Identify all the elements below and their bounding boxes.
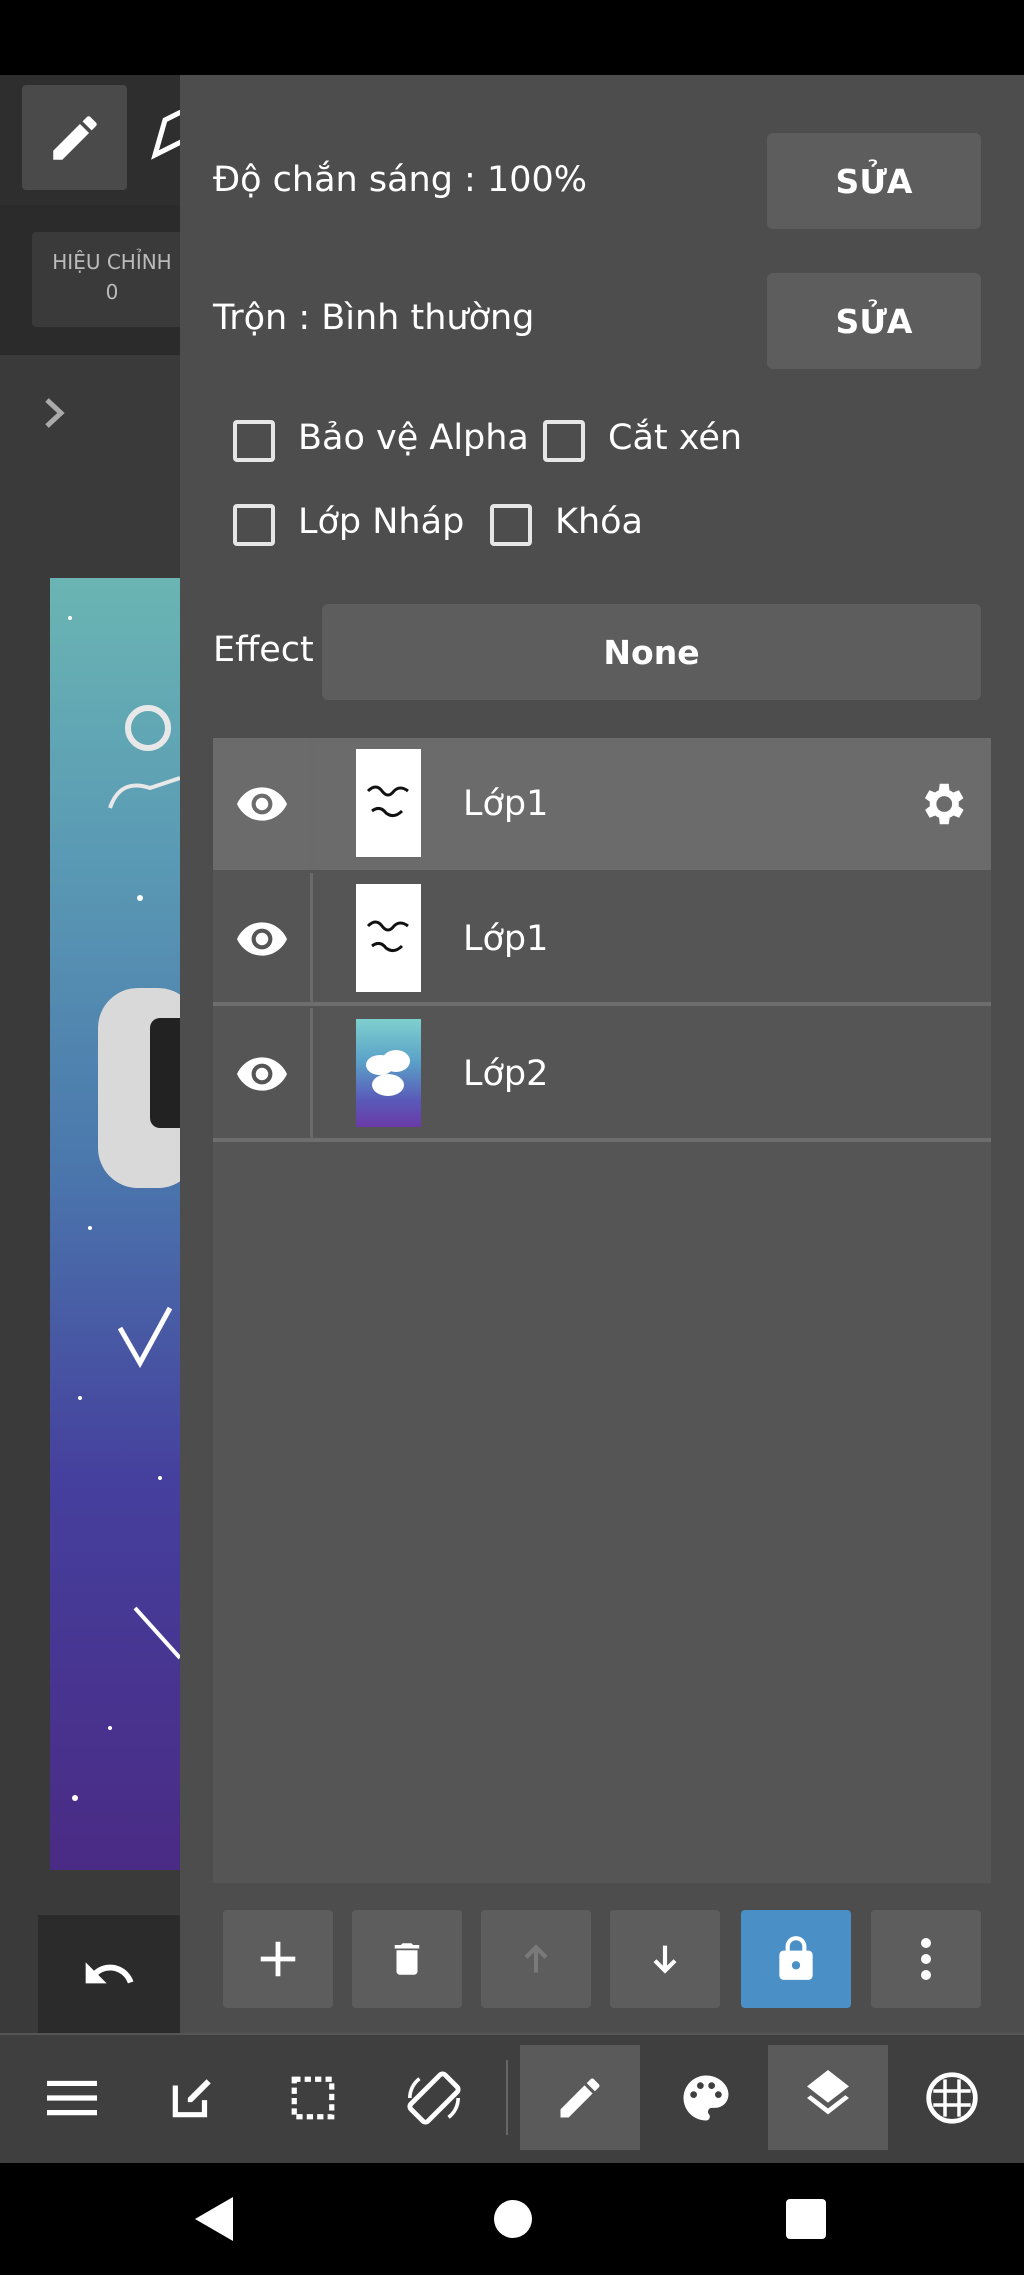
effect-dropdown[interactable]: None xyxy=(322,604,981,700)
blend-mode-label: Trộn : Bình thường xyxy=(213,298,535,338)
more-options-button[interactable] xyxy=(871,1910,981,2008)
layer-thumbnail xyxy=(356,749,421,857)
canvas-artwork xyxy=(68,616,180,1801)
draft-layer-checkbox[interactable] xyxy=(233,504,275,546)
screen-rotation-icon xyxy=(407,2070,461,2125)
edit-square-icon xyxy=(172,2078,211,2117)
alpha-protect-label: Bảo vệ Alpha xyxy=(298,418,529,458)
adjust-button[interactable]: HIỆU CHỈNH 0 xyxy=(32,232,192,327)
clipping-label: Cắt xén xyxy=(608,418,743,458)
home-icon[interactable] xyxy=(492,2198,534,2240)
canvas-preview[interactable] xyxy=(50,578,180,1870)
recents-icon[interactable] xyxy=(785,2198,827,2240)
plus-icon xyxy=(260,1941,296,1977)
trash-icon xyxy=(394,1943,420,1975)
eye-icon xyxy=(236,922,287,956)
layer-list: Lớp1 Lớp1 Lớp2 xyxy=(213,738,991,1883)
toolbar-divider xyxy=(506,2060,508,2135)
move-down-button[interactable] xyxy=(610,1910,720,2008)
lock-checkbox[interactable] xyxy=(490,504,532,546)
eye-icon xyxy=(236,787,287,821)
gear-icon[interactable] xyxy=(915,777,969,831)
alpha-protect-checkbox[interactable] xyxy=(233,420,275,462)
selection-button[interactable] xyxy=(253,2045,373,2150)
layer-row[interactable]: Lớp1 xyxy=(213,738,991,870)
clipping-checkbox[interactable] xyxy=(543,420,585,462)
divider xyxy=(213,1002,991,1006)
add-layer-button[interactable] xyxy=(223,1910,333,2008)
pen-button[interactable] xyxy=(520,2045,640,2150)
chevron-right-icon[interactable] xyxy=(35,388,75,438)
selection-icon xyxy=(291,2076,335,2119)
layer-name: Lớp1 xyxy=(463,919,549,959)
status-bar xyxy=(0,0,1024,75)
eraser-icon[interactable] xyxy=(145,110,185,170)
lock-layer-button[interactable] xyxy=(741,1910,851,2008)
effect-label: Effect xyxy=(213,630,314,670)
lock-icon xyxy=(779,1936,813,1980)
more-vertical-icon xyxy=(921,1938,931,1980)
arrow-up-icon xyxy=(524,1944,548,1973)
lock-label: Khóa xyxy=(555,502,643,542)
adjust-value: 0 xyxy=(105,280,119,304)
menu-button[interactable] xyxy=(12,2045,132,2150)
layers-icon xyxy=(807,2069,849,2114)
opacity-label: Độ chắn sáng : 100% xyxy=(213,160,588,200)
layer-thumbnail xyxy=(356,884,421,992)
grid-button[interactable] xyxy=(892,2045,1012,2150)
draft-layer-label: Lớp Nháp xyxy=(298,502,465,542)
visibility-toggle[interactable] xyxy=(213,1008,313,1140)
delete-layer-button[interactable] xyxy=(352,1910,462,2008)
layer-row[interactable]: Lớp2 xyxy=(213,1008,991,1140)
layer-name: Lớp2 xyxy=(463,1054,549,1094)
undo-button[interactable] xyxy=(38,1915,180,2033)
layer-thumbnail xyxy=(356,1019,421,1127)
palette-icon xyxy=(683,2075,729,2120)
adjust-label: HIỆU CHỈNH xyxy=(52,250,172,274)
layer-row[interactable]: Lớp1 xyxy=(213,873,991,1005)
blend-edit-button[interactable]: SỬA xyxy=(767,273,981,369)
arrow-down-icon xyxy=(653,1945,677,1974)
rotate-button[interactable] xyxy=(374,2045,494,2150)
palette-button[interactable] xyxy=(646,2045,766,2150)
move-up-button[interactable] xyxy=(481,1910,591,2008)
layer-name: Lớp1 xyxy=(463,784,549,824)
visibility-toggle[interactable] xyxy=(213,738,313,870)
visibility-toggle[interactable] xyxy=(213,873,313,1005)
back-icon[interactable] xyxy=(193,2195,237,2243)
divider xyxy=(213,1138,991,1142)
opacity-edit-button[interactable]: SỬA xyxy=(767,133,981,229)
grid-circle-icon xyxy=(926,2071,978,2124)
undo-icon xyxy=(85,1962,134,1984)
eye-icon xyxy=(236,1057,287,1091)
pen-tool-button[interactable] xyxy=(22,85,127,190)
pencil-icon xyxy=(560,2077,600,2117)
edit-button[interactable] xyxy=(132,2045,252,2150)
hamburger-menu-icon xyxy=(47,2080,97,2115)
layers-button[interactable] xyxy=(768,2045,888,2150)
pencil-icon xyxy=(52,115,97,160)
